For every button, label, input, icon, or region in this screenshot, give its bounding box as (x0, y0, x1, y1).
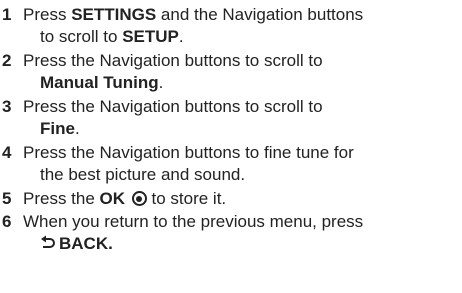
manual-tuning-label: Manual Tuning (40, 73, 159, 92)
step-text-line-2: Fine. (40, 119, 80, 138)
step-text-line-2: to scroll to SETUP. (40, 27, 184, 46)
settings-button-label: SETTINGS (71, 5, 157, 24)
step-text-line-1: Press SETTINGS and the Navigation button… (23, 5, 364, 24)
back-button-label: BACK. (59, 234, 113, 253)
step-text-line-1: Press the Navigation buttons to fine tun… (23, 143, 354, 162)
manual-instructions: 1 Press SETTINGS and the Navigation butt… (0, 0, 462, 293)
step-number: 6 (2, 212, 12, 231)
fine-label: Fine (40, 119, 75, 138)
step-text-line-1: Press the Navigation buttons to scroll t… (23, 97, 323, 116)
back-arrow-icon (41, 235, 55, 248)
step-number: 3 (2, 97, 12, 116)
step-number: 4 (2, 143, 12, 162)
step-number: 2 (2, 51, 12, 70)
step-text-line-1: When you return to the previous menu, pr… (23, 212, 364, 231)
setup-menu-label: SETUP (122, 27, 179, 46)
ok-button-label: OK (99, 189, 126, 208)
step-text-line-2: BACK. (40, 234, 113, 254)
ok-button-icon (131, 191, 147, 206)
step-number: 5 (2, 189, 12, 208)
step-number: 1 (2, 5, 12, 24)
step-text-line-2: Manual Tuning. (40, 73, 164, 92)
step-text-line-1: Press the OK to store it. (23, 189, 227, 208)
step-text-line-1: Press the Navigation buttons to scroll t… (23, 51, 323, 70)
step-text-line-2: the best picture and sound. (40, 165, 246, 184)
